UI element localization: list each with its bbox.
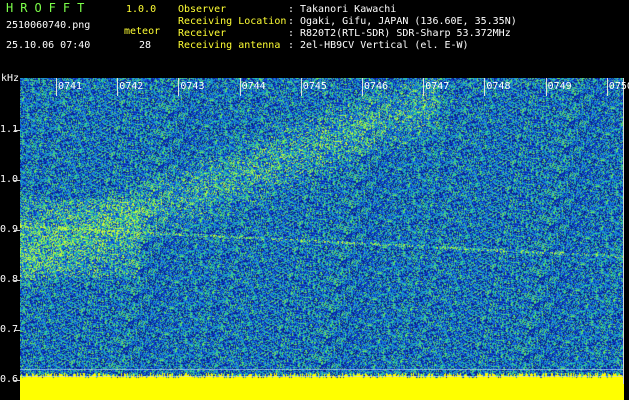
time-tick <box>117 78 119 96</box>
info-value: R820T2(RTL-SDR) SDR-Sharp 53.372MHz <box>300 28 511 39</box>
time-tick <box>545 78 547 96</box>
reference-line <box>20 369 624 370</box>
meteor-count: 28 <box>139 40 152 51</box>
time-label: 0747 <box>425 81 450 92</box>
info-key: Receiver <box>178 28 227 39</box>
y-axis-unit: kHz <box>1 73 20 84</box>
time-label: 0744 <box>241 81 266 92</box>
hrofft-window: HROFFT 1.0.0 2510060740.png 25.10.06 07:… <box>0 0 629 400</box>
time-tick <box>423 78 425 96</box>
info-key: Receiving antenna <box>178 40 281 51</box>
y-tick-mark <box>14 230 20 231</box>
app-logo: HROFFT <box>6 1 92 15</box>
time-label: 0748 <box>486 81 511 92</box>
info-value: Takanori Kawachi <box>300 4 397 15</box>
y-tick-mark <box>14 330 20 331</box>
time-tick <box>362 78 363 96</box>
time-label: 0746 <box>364 81 389 92</box>
time-tick <box>606 78 608 96</box>
spectrogram-plot <box>20 78 624 398</box>
info-value: 2el-HB9CV Vertical (el. E-W) <box>300 40 469 51</box>
date-time: 25.10.06 07:40 <box>6 40 91 51</box>
y-tick-mark <box>14 380 20 381</box>
info-separator: : <box>288 40 295 51</box>
app-version: 1.0.0 <box>126 4 157 15</box>
spectrogram-canvas <box>20 78 624 398</box>
time-label: 0745 <box>302 81 327 92</box>
time-label: 0741 <box>58 81 83 92</box>
time-label: 0749 <box>547 81 572 92</box>
time-tick <box>484 78 486 96</box>
info-separator: : <box>288 28 295 39</box>
reference-line <box>20 376 624 377</box>
y-tick-mark <box>14 280 20 281</box>
file-name: 2510060740.png <box>6 20 91 31</box>
time-tick <box>239 78 241 96</box>
y-tick-mark <box>14 180 20 181</box>
y-tick-mark <box>14 130 20 131</box>
info-separator: : <box>288 16 295 27</box>
time-tick <box>56 78 57 96</box>
time-label: 0742 <box>119 81 144 92</box>
info-value: Ogaki, Gifu, JAPAN (136.60E, 35.35N) <box>300 16 517 27</box>
time-tick <box>178 78 180 96</box>
info-key: Receiving Location <box>178 16 287 27</box>
info-separator: : <box>288 4 295 15</box>
meteor-label: meteor <box>124 26 161 37</box>
info-key: Observer <box>178 4 227 15</box>
time-tick <box>300 78 302 96</box>
time-label: 0743 <box>180 81 205 92</box>
noise-floor-band <box>20 386 624 400</box>
time-label: 0750 <box>608 81 629 92</box>
